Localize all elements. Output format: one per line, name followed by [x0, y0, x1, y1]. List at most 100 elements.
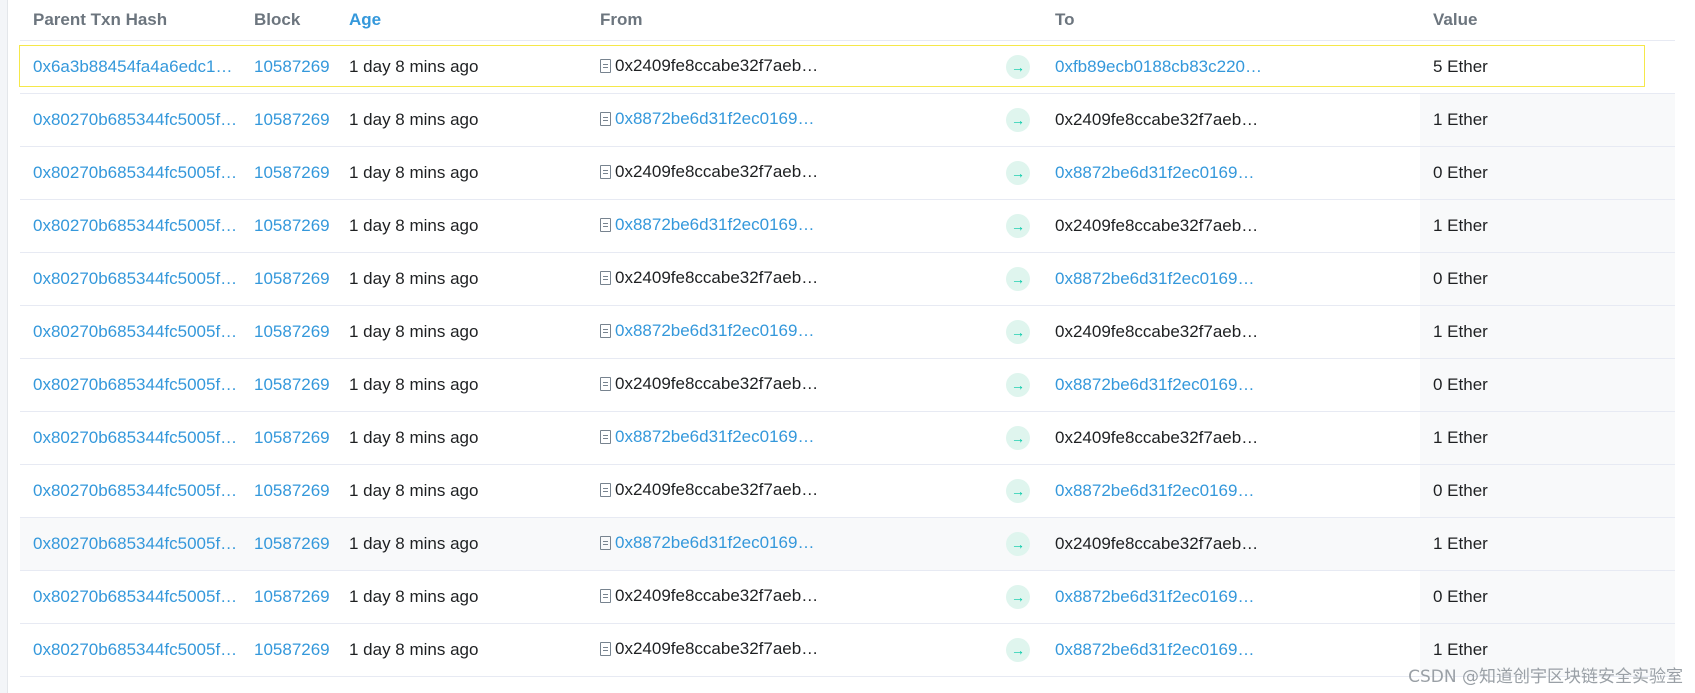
internal-txn-table: Parent Txn Hash Block Age From To Value …	[20, 0, 1675, 677]
to-address[interactable]: 0x8872be6d31f2ec0169…	[1055, 587, 1254, 606]
parent-txn-hash-link[interactable]: 0x80270b685344fc5005f…	[33, 216, 237, 235]
table-row: 0x80270b685344fc5005f… 10587269 1 day 8 …	[20, 146, 1675, 200]
from-address: 0x2409fe8ccabe32f7aeb…	[615, 268, 819, 287]
cell-age: 1 day 8 mins ago	[336, 570, 587, 624]
from-address[interactable]: 0x8872be6d31f2ec0169…	[615, 109, 814, 129]
block-link[interactable]: 10587269	[254, 269, 330, 288]
cell-parent-txn-hash: 0x80270b685344fc5005f…	[20, 411, 241, 465]
cell-to: 0x2409fe8ccabe32f7aeb…	[1042, 305, 1420, 359]
cell-from: 0x2409fe8ccabe32f7aeb…	[587, 464, 993, 518]
block-link[interactable]: 10587269	[254, 428, 330, 447]
arrow-right-icon: →	[1006, 108, 1030, 132]
cell-value: 1 Ether	[1420, 517, 1675, 571]
from-address[interactable]: 0x8872be6d31f2ec0169…	[615, 321, 814, 341]
block-link[interactable]: 10587269	[254, 216, 330, 235]
from-address: 0x2409fe8ccabe32f7aeb…	[615, 374, 819, 393]
cell-age: 1 day 8 mins ago	[336, 146, 587, 200]
parent-txn-hash-link[interactable]: 0x80270b685344fc5005f…	[33, 322, 237, 341]
cell-direction: →	[993, 146, 1042, 200]
block-link[interactable]: 10587269	[254, 587, 330, 606]
age-text: 1 day 8 mins ago	[349, 428, 479, 447]
cell-to: 0xfb89ecb0188cb83c220…	[1042, 40, 1420, 94]
cell-from: 0x2409fe8ccabe32f7aeb…	[587, 146, 993, 200]
cell-direction: →	[993, 464, 1042, 518]
cell-age: 1 day 8 mins ago	[336, 93, 587, 147]
cell-value: 1 Ether	[1420, 93, 1675, 147]
from-address[interactable]: 0x8872be6d31f2ec0169…	[615, 215, 814, 235]
cell-age: 1 day 8 mins ago	[336, 199, 587, 253]
value-text: 5 Ether	[1433, 57, 1488, 76]
cell-block: 10587269	[241, 93, 336, 147]
to-address[interactable]: 0x8872be6d31f2ec0169…	[1055, 640, 1254, 659]
parent-txn-hash-link[interactable]: 0x6a3b88454fa4a6edc1…	[33, 57, 232, 76]
cell-age: 1 day 8 mins ago	[336, 411, 587, 465]
parent-txn-hash-link[interactable]: 0x80270b685344fc5005f…	[33, 587, 237, 606]
cell-from: 0x8872be6d31f2ec0169…	[587, 517, 993, 571]
block-link[interactable]: 10587269	[254, 534, 330, 553]
cell-to: 0x2409fe8ccabe32f7aeb…	[1042, 517, 1420, 571]
from-address: 0x2409fe8ccabe32f7aeb…	[615, 56, 819, 75]
parent-txn-hash-link[interactable]: 0x80270b685344fc5005f…	[33, 428, 237, 447]
to-address[interactable]: 0xfb89ecb0188cb83c220…	[1055, 57, 1262, 76]
parent-txn-hash-link[interactable]: 0x80270b685344fc5005f…	[33, 375, 237, 394]
cell-to: 0x8872be6d31f2ec0169…	[1042, 623, 1420, 677]
cell-direction: →	[993, 411, 1042, 465]
parent-txn-hash-link[interactable]: 0x80270b685344fc5005f…	[33, 534, 237, 553]
block-link[interactable]: 10587269	[254, 163, 330, 182]
parent-txn-hash-link[interactable]: 0x80270b685344fc5005f…	[33, 640, 237, 659]
cell-from: 0x8872be6d31f2ec0169…	[587, 93, 993, 147]
cell-age: 1 day 8 mins ago	[336, 252, 587, 306]
to-address: 0x2409fe8ccabe32f7aeb…	[1055, 322, 1259, 341]
arrow-right-icon: →	[1006, 55, 1030, 79]
left-edge	[0, 0, 8, 693]
to-address[interactable]: 0x8872be6d31f2ec0169…	[1055, 269, 1254, 288]
cell-block: 10587269	[241, 305, 336, 359]
value-text: 1 Ether	[1433, 428, 1488, 447]
block-link[interactable]: 10587269	[254, 640, 330, 659]
table-row: 0x80270b685344fc5005f… 10587269 1 day 8 …	[20, 199, 1675, 253]
from-address[interactable]: 0x8872be6d31f2ec0169…	[615, 533, 814, 553]
cell-to: 0x2409fe8ccabe32f7aeb…	[1042, 411, 1420, 465]
file-text-icon	[600, 430, 611, 444]
cell-direction: →	[993, 358, 1042, 412]
block-link[interactable]: 10587269	[254, 375, 330, 394]
value-text: 0 Ether	[1433, 269, 1488, 288]
cell-block: 10587269	[241, 199, 336, 253]
cell-to: 0x2409fe8ccabe32f7aeb…	[1042, 93, 1420, 147]
to-address[interactable]: 0x8872be6d31f2ec0169…	[1055, 375, 1254, 394]
file-text-icon	[600, 377, 611, 391]
from-address[interactable]: 0x8872be6d31f2ec0169…	[615, 427, 814, 447]
arrow-right-icon: →	[1006, 373, 1030, 397]
col-header-age[interactable]: Age	[336, 0, 587, 41]
cell-parent-txn-hash: 0x80270b685344fc5005f…	[20, 358, 241, 412]
to-address[interactable]: 0x8872be6d31f2ec0169…	[1055, 163, 1254, 182]
from-address: 0x2409fe8ccabe32f7aeb…	[615, 480, 819, 499]
age-text: 1 day 8 mins ago	[349, 163, 479, 182]
parent-txn-hash-link[interactable]: 0x80270b685344fc5005f…	[33, 481, 237, 500]
parent-txn-hash-link[interactable]: 0x80270b685344fc5005f…	[33, 269, 237, 288]
parent-txn-hash-link[interactable]: 0x80270b685344fc5005f…	[33, 110, 237, 129]
cell-block: 10587269	[241, 40, 336, 94]
to-address[interactable]: 0x8872be6d31f2ec0169…	[1055, 481, 1254, 500]
value-text: 0 Ether	[1433, 587, 1488, 606]
age-text: 1 day 8 mins ago	[349, 269, 479, 288]
cell-direction: →	[993, 623, 1042, 677]
cell-value: 1 Ether	[1420, 411, 1675, 465]
cell-parent-txn-hash: 0x80270b685344fc5005f…	[20, 199, 241, 253]
table-row: 0x80270b685344fc5005f… 10587269 1 day 8 …	[20, 411, 1675, 465]
file-text-icon	[600, 536, 611, 550]
block-link[interactable]: 10587269	[254, 322, 330, 341]
age-text: 1 day 8 mins ago	[349, 57, 479, 76]
to-address: 0x2409fe8ccabe32f7aeb…	[1055, 534, 1259, 553]
table-header-row: Parent Txn Hash Block Age From To Value	[20, 0, 1675, 41]
table-body: 0x6a3b88454fa4a6edc1… 10587269 1 day 8 m…	[20, 40, 1675, 677]
parent-txn-hash-link[interactable]: 0x80270b685344fc5005f…	[33, 163, 237, 182]
block-link[interactable]: 10587269	[254, 110, 330, 129]
cell-direction: →	[993, 40, 1042, 94]
age-text: 1 day 8 mins ago	[349, 481, 479, 500]
age-text: 1 day 8 mins ago	[349, 375, 479, 394]
file-text-icon	[600, 59, 611, 73]
block-link[interactable]: 10587269	[254, 481, 330, 500]
watermark: CSDN @知道创宇区块链安全实验室	[1408, 667, 1683, 687]
block-link[interactable]: 10587269	[254, 57, 330, 76]
